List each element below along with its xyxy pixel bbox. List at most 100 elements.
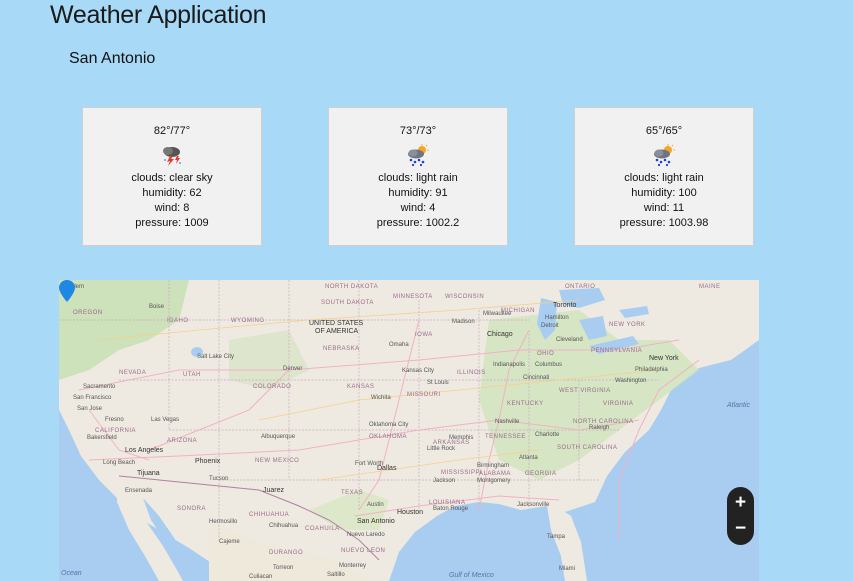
- map-region-label: OKLAHOMA: [369, 434, 408, 440]
- map-region-label: DURANGO: [269, 550, 304, 556]
- map-region-label: NEW MEXICO: [255, 458, 300, 464]
- map-city-label: Las Vegas: [151, 417, 180, 423]
- map-city-label: Phoenix: [195, 458, 221, 465]
- map-city-label: Austin: [367, 502, 384, 508]
- humidity-text: humidity: 62: [142, 187, 202, 199]
- thunderstorm-icon: [163, 147, 181, 166]
- map-city-label: Chihuahua: [269, 523, 299, 529]
- zoom-in-button[interactable]: +: [727, 490, 754, 516]
- map-region-label: COLORADO: [253, 384, 292, 390]
- map-region-label: NORTH CAROLINA: [573, 419, 634, 425]
- temperature: 65°/65°: [645, 125, 683, 137]
- pressure-text: pressure: 1002.2: [376, 217, 460, 229]
- map-city-label: Nashville: [495, 419, 520, 425]
- map-country-label: UNITED STATES: [309, 320, 364, 327]
- map-city-label: Torreon: [273, 565, 294, 571]
- map-city-label: Juarez: [263, 487, 285, 494]
- wind-text: wind: 4: [400, 202, 436, 214]
- map-region-label: IDAHO: [167, 318, 189, 324]
- map-region-label: PENNSYLVANIA: [591, 348, 643, 354]
- map-city-label: Hermosillo: [209, 519, 238, 525]
- wind-text: wind: 11: [643, 202, 685, 214]
- humidity-text: humidity: 91: [388, 187, 448, 199]
- map-region-label: NUEVO LEON: [341, 548, 386, 554]
- map-city-label: Nuevo Laredo: [347, 532, 385, 538]
- wind-text: wind: 8: [154, 202, 190, 214]
- map-city-label: New York: [649, 355, 679, 362]
- map-region-label: ONTARIO: [565, 284, 596, 290]
- location-pin-icon[interactable]: [59, 280, 75, 302]
- map-city-label: San Antonio: [357, 518, 395, 525]
- clouds-text: clouds: light rain: [378, 172, 458, 184]
- map-region-label: VIRGINIA: [603, 401, 634, 407]
- map-region-label: MISSOURI: [407, 392, 441, 398]
- map-city-label: Boise: [149, 304, 165, 310]
- map-city-label: Birmingham: [477, 463, 510, 469]
- map-city-label: Wichita: [371, 395, 391, 401]
- map-city-label: Philadelphia: [635, 367, 668, 373]
- map-city-label: San Jose: [77, 406, 103, 412]
- humidity-text: humidity: 100: [631, 187, 697, 199]
- forecast-card: 82°/77° clouds: clear sky humidity: 62 w…: [82, 107, 262, 246]
- map-region-label: LOUISIANA: [429, 500, 466, 506]
- map-city-label: Cincinnati: [523, 375, 550, 381]
- map-tiles: [59, 280, 759, 581]
- map-country-label: OF AMERICA: [315, 328, 359, 335]
- pressure-text: pressure: 1003.98: [619, 217, 709, 229]
- map-city-label: Tijuana: [137, 470, 160, 477]
- clouds-text: clouds: light rain: [624, 172, 704, 184]
- map-region-label: NEBRASKA: [323, 346, 360, 352]
- forecast-card: 65°/65° clouds: light rain humidity: 100…: [574, 107, 754, 246]
- map-city-label: Atlanta: [519, 455, 538, 461]
- map-city-label: Houston: [397, 509, 424, 516]
- map-city-label: Little Rock: [427, 446, 456, 452]
- temperature: 82°/77°: [153, 125, 191, 137]
- rain-sun-icon: [654, 144, 675, 167]
- map-city-label: Omaha: [389, 342, 409, 348]
- map-region-label: ALABAMA: [479, 471, 511, 477]
- map-city-label: San Francisco: [73, 395, 112, 401]
- map-region-label: WYOMING: [231, 318, 265, 324]
- map-city-label: Oklahoma City: [369, 422, 409, 428]
- map-region-label: UTAH: [183, 372, 201, 378]
- map-city-label: Indianapolis: [493, 362, 526, 368]
- map-region-label: WISCONSIN: [445, 294, 485, 300]
- map-region-label: NORTH DAKOTA: [325, 284, 379, 290]
- map-city-label: Saltillo: [327, 572, 345, 578]
- map-region-label: OREGON: [73, 310, 103, 316]
- map-region-label: NEW YORK: [609, 322, 646, 328]
- pressure-text: pressure: 1009: [135, 217, 209, 229]
- map-region-label: MISSISSIPPI: [441, 470, 483, 476]
- map-city-label: Sacramento: [83, 384, 116, 390]
- map-region-label: ARKANSAS: [433, 440, 470, 446]
- map-city-label: Detroit: [541, 323, 559, 329]
- map-city-label: Chicago: [487, 331, 513, 338]
- map-city-label: Montgomery: [477, 478, 511, 484]
- map-region-label: TEXAS: [341, 490, 364, 496]
- app-title: Weather Application: [50, 1, 267, 29]
- map-city-label: Kansas City: [402, 368, 435, 374]
- zoom-out-button[interactable]: −: [727, 516, 754, 542]
- map-ocean-label: Ocean: [61, 570, 82, 577]
- map-region-label: GEORGIA: [525, 471, 557, 477]
- map-region-label: SONORA: [177, 506, 207, 512]
- map-region-label: COAHUILA: [305, 526, 340, 532]
- map-city-label: Charlotte: [535, 432, 560, 438]
- map-region-label: MICHIGAN: [501, 308, 535, 314]
- forecast-card: 73°/73° clouds: light rain humidity: 91 …: [328, 107, 508, 246]
- rain-sun-icon: [408, 144, 429, 167]
- map-city-label: Los Angeles: [125, 447, 164, 454]
- map-city-label: Tampa: [547, 534, 566, 540]
- map-region-label: CALIFORNIA: [95, 428, 137, 434]
- map-city-label: Albuquerque: [261, 434, 296, 440]
- map-city-label: Culiacan: [249, 574, 273, 580]
- map-region-label: SOUTH CAROLINA: [557, 445, 618, 451]
- map-region-label: MAINE: [699, 284, 721, 290]
- map-city-label: Columbus: [535, 362, 563, 368]
- map-region-label: TENNESSEE: [485, 434, 526, 440]
- map-city-label: Baton Rouge: [433, 506, 469, 512]
- map-region-label: KENTUCKY: [507, 401, 544, 407]
- map[interactable]: UNITED STATES OF AMERICA Salem Boise Tor…: [59, 280, 759, 581]
- map-ocean-label: Atlantic: [727, 402, 750, 409]
- map-city-label: Monterrey: [339, 563, 367, 569]
